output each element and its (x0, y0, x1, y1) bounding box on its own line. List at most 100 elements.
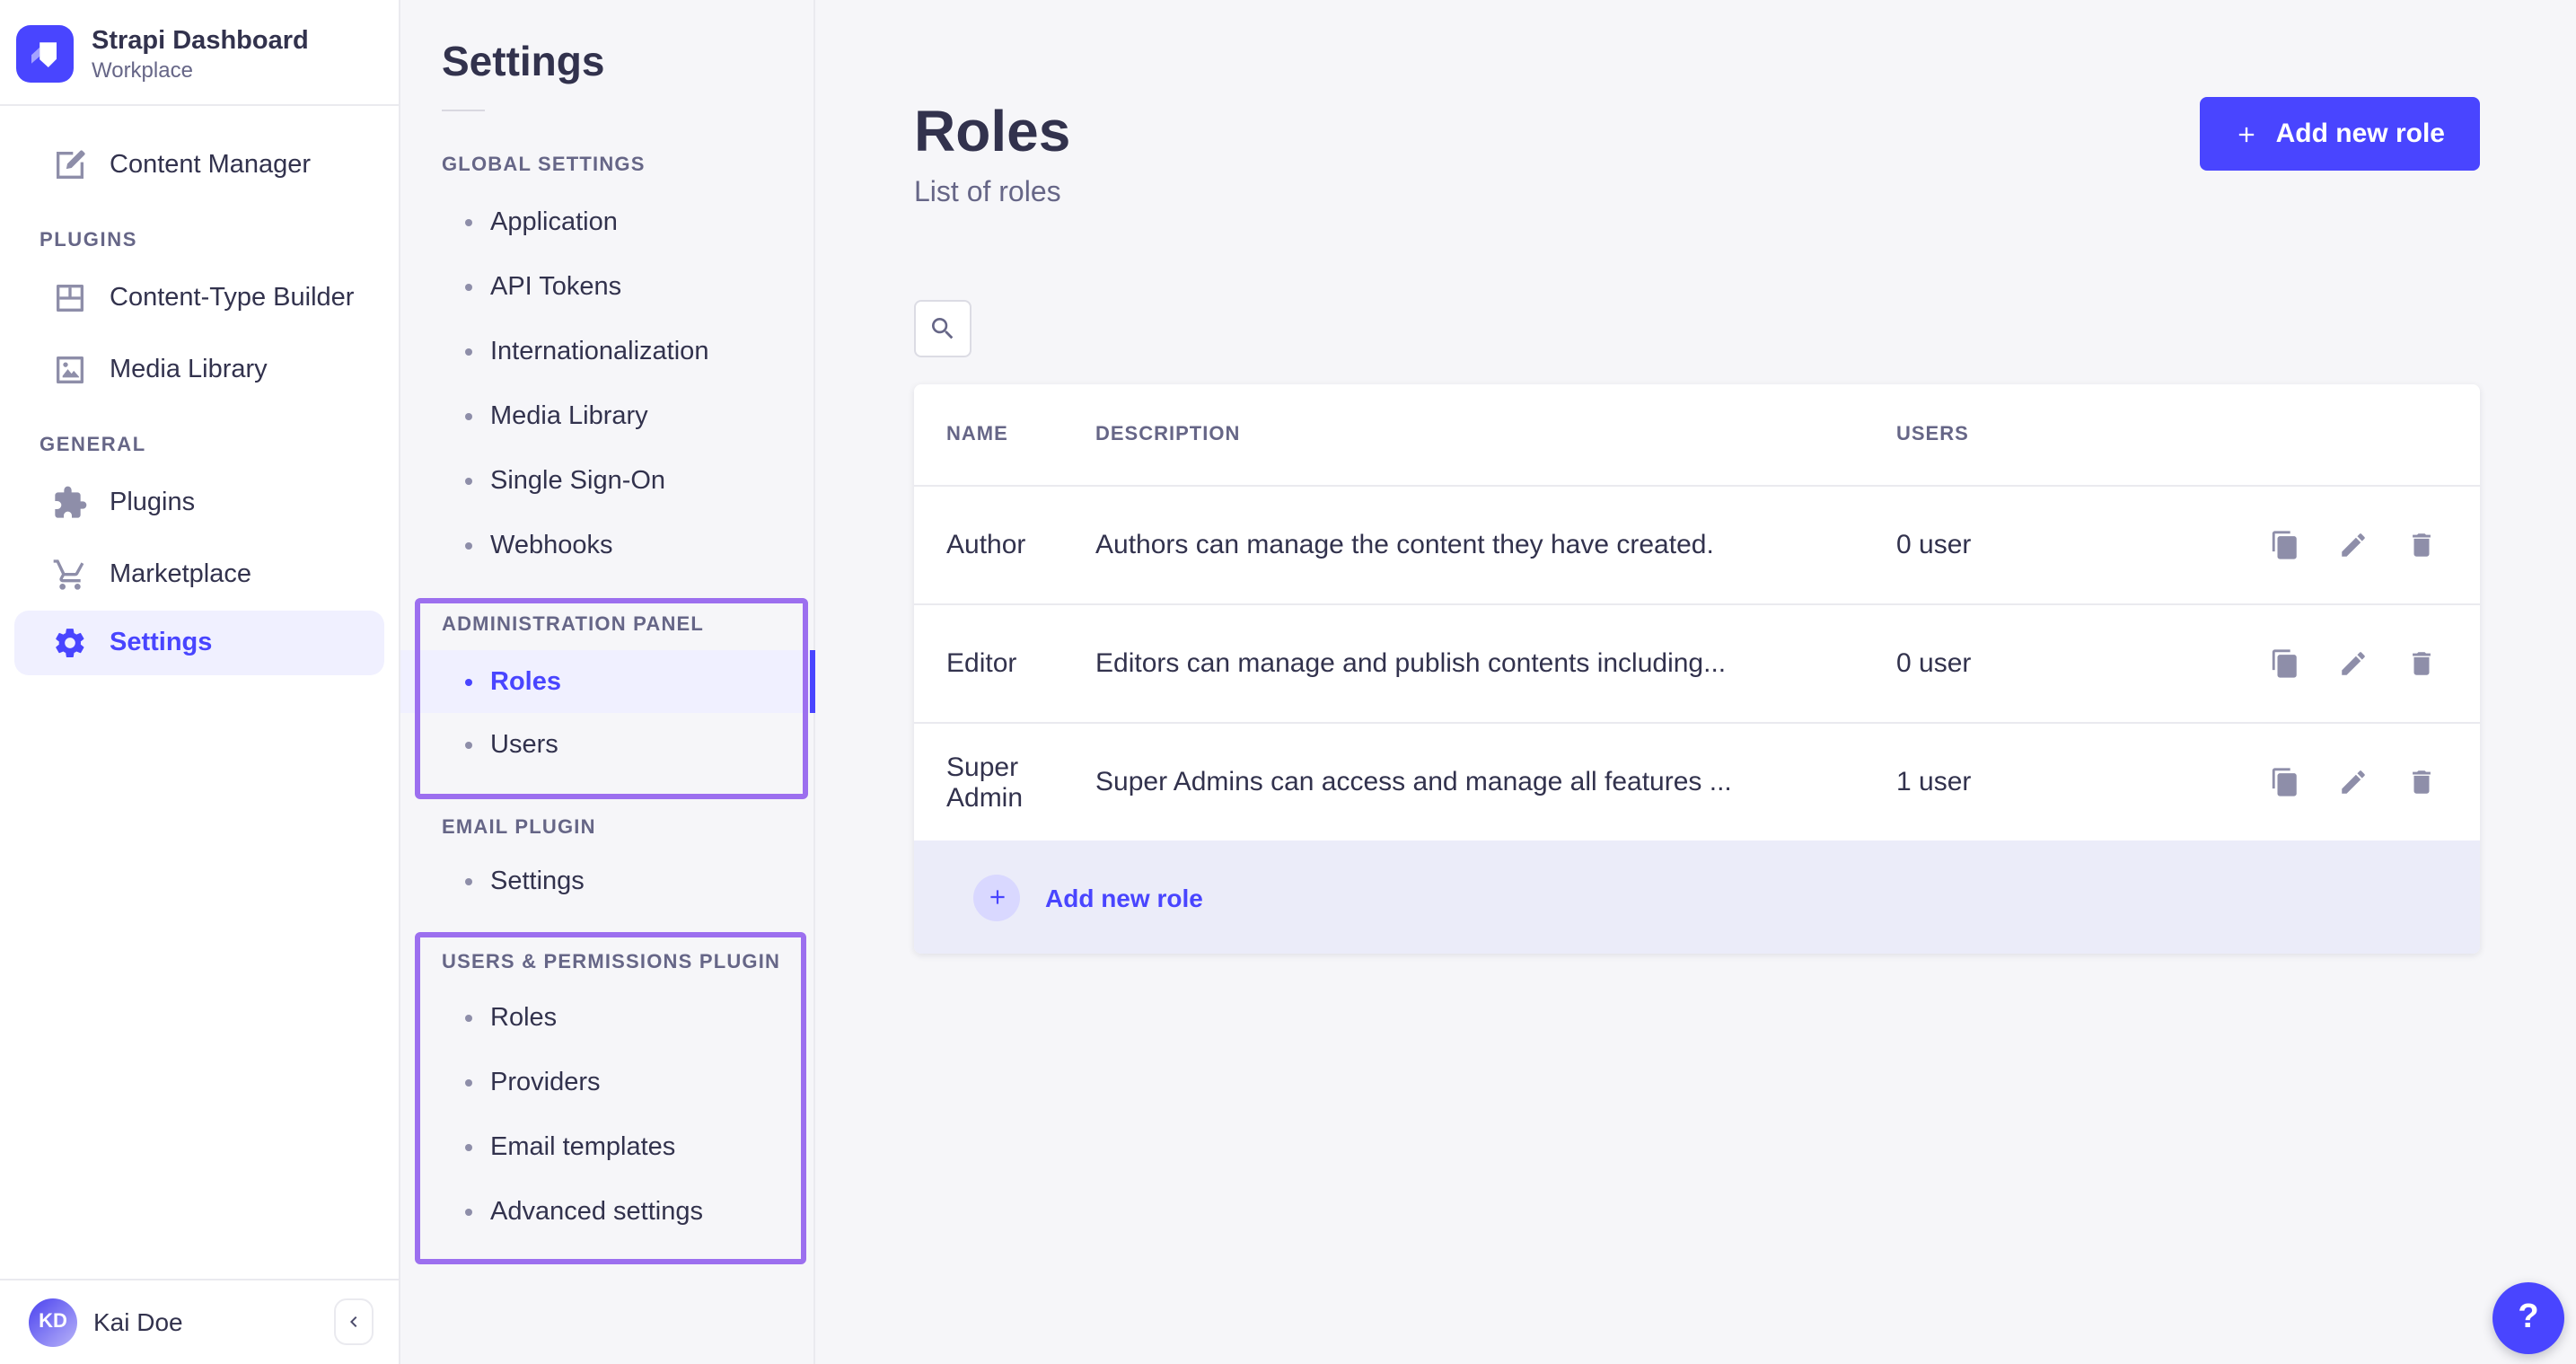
media-library-icon (52, 352, 88, 388)
sidebar-item-settings[interactable]: Settings (14, 611, 384, 675)
section-users-permissions-plugin: USERS & PERMISSIONS PLUGIN (400, 948, 813, 977)
table-row[interactable]: Super Admin Super Admins can access and … (914, 722, 2479, 840)
column-header-description: DESCRIPTION (1095, 424, 1896, 445)
search-button[interactable] (914, 300, 971, 357)
table-row[interactable]: Editor Editors can manage and publish co… (914, 603, 2479, 722)
settings-subnav: Settings GLOBAL SETTINGS Application API… (400, 0, 815, 1364)
sidebar-item-content-manager[interactable]: Content Manager (14, 129, 384, 201)
duplicate-button[interactable] (2269, 767, 2299, 797)
role-users-count: 0 user (1896, 530, 2269, 560)
delete-button[interactable] (2405, 767, 2436, 797)
bullet-icon (465, 1209, 472, 1216)
bullet-icon (465, 1079, 472, 1087)
table-row[interactable]: Author Authors can manage the content th… (914, 485, 2479, 603)
section-administration-panel: ADMINISTRATION PANEL (400, 611, 813, 639)
bullet-icon (465, 1144, 472, 1151)
sidebar-item-label: Settings (110, 629, 212, 657)
page-subtitle: List of roles (914, 178, 1070, 210)
subnav-item-application[interactable]: Application (400, 190, 813, 255)
sidebar-section-plugins: PLUGINS (0, 230, 384, 251)
duplicate-button[interactable] (2269, 648, 2299, 679)
sidebar-item-label: Content-Type Builder (110, 284, 354, 312)
sidebar-item-content-type-builder[interactable]: Content-Type Builder (14, 262, 384, 334)
add-new-role-button[interactable]: Add new role (2201, 97, 2479, 171)
gear-icon (52, 625, 88, 661)
subnav-item-webhooks[interactable]: Webhooks (400, 514, 813, 578)
bullet-icon (465, 878, 472, 885)
subnav-item-up-providers[interactable]: Providers (400, 1051, 813, 1115)
section-global-settings: GLOBAL SETTINGS (400, 151, 813, 180)
main-sidebar: Strapi Dashboard Workplace Content Manag… (0, 0, 400, 1364)
search-icon (928, 314, 957, 343)
strapi-logo-icon (16, 25, 74, 83)
strapi-app: Strapi Dashboard Workplace Content Manag… (0, 0, 2576, 1364)
subnav-item-admin-users[interactable]: Users (400, 713, 813, 778)
collapse-sidebar-button[interactable] (334, 1298, 374, 1345)
subnav-item-api-tokens[interactable]: API Tokens (400, 255, 813, 320)
bullet-icon (465, 678, 472, 685)
help-button[interactable]: ? (2492, 1282, 2564, 1354)
role-users-count: 0 user (1896, 648, 2269, 679)
avatar[interactable]: KD (29, 1298, 77, 1346)
edit-button[interactable] (2337, 767, 2368, 797)
sidebar-item-label: Plugins (110, 488, 195, 517)
user-name: Kai Doe (93, 1307, 183, 1336)
duplicate-icon (2269, 530, 2299, 560)
bullet-icon (465, 284, 472, 291)
subnav-item-up-advanced-settings[interactable]: Advanced settings (400, 1180, 813, 1245)
sidebar-item-label: Media Library (110, 356, 268, 384)
bullet-icon (465, 348, 472, 356)
divider (442, 110, 485, 111)
cart-icon (52, 557, 88, 593)
sidebar-item-marketplace[interactable]: Marketplace (14, 539, 384, 611)
bullet-icon (465, 478, 472, 485)
content-type-builder-icon (52, 280, 88, 316)
plus-icon (2235, 121, 2260, 146)
duplicate-icon (2269, 767, 2299, 797)
trash-icon (2405, 530, 2436, 560)
delete-button[interactable] (2405, 648, 2436, 679)
pencil-icon (2337, 530, 2368, 560)
subnav-item-single-sign-on[interactable]: Single Sign-On (400, 449, 813, 514)
content-manager-icon (52, 147, 88, 183)
section-email-plugin: EMAIL PLUGIN (400, 814, 813, 842)
edit-button[interactable] (2337, 530, 2368, 560)
footer-add-label: Add new role (1045, 883, 1203, 911)
pencil-icon (2337, 648, 2368, 679)
duplicate-icon (2269, 648, 2299, 679)
subnav-item-admin-roles[interactable]: Roles (400, 650, 813, 713)
page-title: Roles (914, 101, 1070, 162)
sidebar-item-media-library[interactable]: Media Library (14, 334, 384, 406)
plus-icon (985, 885, 1008, 909)
role-users-count: 1 user (1896, 767, 2269, 797)
chevron-left-icon (343, 1311, 365, 1333)
delete-button[interactable] (2405, 530, 2436, 560)
role-description: Editors can manage and publish contents … (1095, 648, 1896, 679)
sidebar-item-label: Marketplace (110, 560, 251, 589)
role-description: Authors can manage the content they have… (1095, 530, 1896, 560)
subnav-title: Settings (400, 0, 813, 86)
roles-table: NAME DESCRIPTION USERS Author Authors ca… (914, 384, 2479, 954)
sidebar-section-general: GENERAL (0, 435, 384, 456)
bullet-icon (465, 219, 472, 226)
subnav-item-internationalization[interactable]: Internationalization (400, 320, 813, 384)
subnav-item-email-settings[interactable]: Settings (400, 849, 813, 914)
workspace-switcher[interactable]: Strapi Dashboard Workplace (0, 0, 399, 104)
role-description: Super Admins can access and manage all f… (1095, 767, 1896, 797)
bullet-icon (465, 1015, 472, 1022)
table-footer-add-row[interactable]: Add new role (914, 840, 2479, 954)
sidebar-item-plugins[interactable]: Plugins (14, 467, 384, 539)
role-name: Editor (946, 648, 1095, 679)
workspace-name: Workplace (92, 57, 309, 82)
role-name: Super Admin (946, 752, 1095, 813)
sidebar-item-label: Content Manager (110, 151, 311, 180)
subnav-item-up-roles[interactable]: Roles (400, 986, 813, 1051)
edit-button[interactable] (2337, 648, 2368, 679)
puzzle-icon (52, 485, 88, 521)
bullet-icon (465, 542, 472, 550)
subnav-item-up-email-templates[interactable]: Email templates (400, 1115, 813, 1180)
add-role-circle-button[interactable] (973, 874, 1020, 920)
subnav-item-media-library[interactable]: Media Library (400, 384, 813, 449)
bullet-icon (465, 413, 472, 420)
duplicate-button[interactable] (2269, 530, 2299, 560)
